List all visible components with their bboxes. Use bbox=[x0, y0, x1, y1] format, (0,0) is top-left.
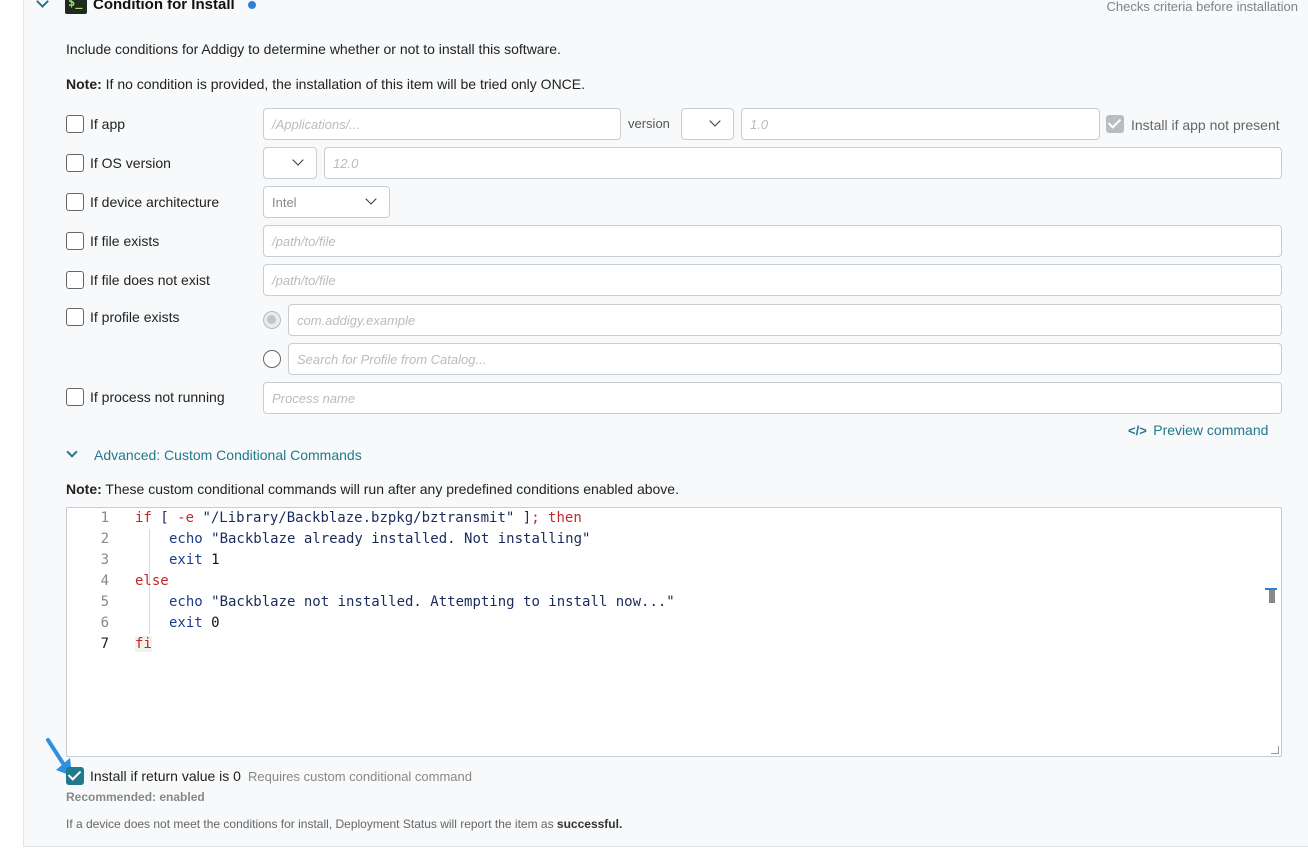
if-architecture-checkbox[interactable] bbox=[66, 193, 84, 211]
line-number: 2 bbox=[100, 531, 109, 547]
code-text: echo "Backblaze already installed. Not i… bbox=[169, 531, 591, 547]
if-profile-exists-checkbox[interactable] bbox=[66, 308, 84, 326]
code-line: 1 if [ -e "/Library/Backblaze.bzpkg/bztr… bbox=[67, 510, 1281, 531]
line-number: 7 bbox=[100, 636, 109, 652]
process-name-input[interactable]: Process name bbox=[263, 382, 1282, 414]
footer-text: If a device does not meet the conditions… bbox=[66, 817, 622, 831]
if-process-not-running-label: If process not running bbox=[90, 389, 225, 405]
app-path-input[interactable]: /Applications/... bbox=[263, 108, 621, 140]
profile-id-input[interactable]: com.addigy.example bbox=[288, 304, 1282, 336]
if-os-version-label: If OS version bbox=[90, 155, 171, 171]
footer-bold: successful. bbox=[556, 817, 623, 831]
intro-text: Include conditions for Addigy to determi… bbox=[66, 41, 561, 57]
code-line: 2 echo "Backblaze already installed. Not… bbox=[67, 531, 1281, 552]
code-line: 7 fi bbox=[67, 636, 1281, 657]
footer-body: If a device does not meet the conditions… bbox=[66, 817, 557, 831]
profile-id-radio[interactable] bbox=[263, 311, 281, 329]
resize-handle[interactable] bbox=[1271, 746, 1279, 754]
code-text: exit 0 bbox=[169, 615, 220, 631]
line-number: 5 bbox=[100, 594, 109, 610]
scrollbar-thumb[interactable] bbox=[1269, 589, 1275, 603]
note-text: Note: If no condition is provided, the i… bbox=[66, 76, 585, 92]
section-title: Condition for Install bbox=[93, 0, 235, 13]
code-text: fi bbox=[135, 636, 152, 652]
section-subtitle: Checks criteria before installation bbox=[1106, 0, 1298, 14]
app-version-input[interactable]: 1.0 bbox=[741, 108, 1100, 140]
chevron-down-icon bbox=[365, 193, 377, 205]
chevron-down-icon bbox=[292, 154, 304, 166]
file-not-exist-input[interactable]: /path/to/file bbox=[263, 264, 1282, 296]
if-process-not-running-checkbox[interactable] bbox=[66, 388, 84, 406]
requires-command-hint: Requires custom conditional command bbox=[248, 769, 472, 784]
install-if-return-zero-label: Install if return value is 0 bbox=[90, 768, 241, 784]
preview-command-label: Preview command bbox=[1153, 422, 1269, 438]
scrollbar-marker bbox=[1265, 588, 1277, 590]
status-dot bbox=[248, 1, 256, 9]
code-icon: </> bbox=[1128, 423, 1147, 438]
profile-catalog-radio[interactable] bbox=[263, 350, 281, 368]
chevron-down-icon bbox=[709, 115, 721, 127]
file-exists-input[interactable]: /path/to/file bbox=[263, 225, 1282, 257]
recommended-text: Recommended: enabled bbox=[66, 790, 205, 804]
code-text: echo "Backblaze not installed. Attemptin… bbox=[169, 594, 675, 610]
line-number: 1 bbox=[100, 510, 109, 526]
if-file-not-exist-checkbox[interactable] bbox=[66, 271, 84, 289]
if-app-label: If app bbox=[90, 116, 126, 132]
if-os-version-checkbox[interactable] bbox=[66, 154, 84, 172]
preview-command-button[interactable]: </> Preview command bbox=[1128, 422, 1268, 440]
note-label: Note: bbox=[66, 76, 102, 92]
line-number: 3 bbox=[100, 552, 109, 568]
profile-catalog-search[interactable]: Search for Profile from Catalog... bbox=[288, 343, 1282, 375]
code-text: if [ -e "/Library/Backblaze.bzpkg/bztran… bbox=[135, 510, 582, 526]
note2-label: Note: bbox=[66, 481, 102, 497]
note2-text: Note: These custom conditional commands … bbox=[66, 481, 679, 497]
if-file-exists-checkbox[interactable] bbox=[66, 232, 84, 250]
install-if-not-present-checkbox[interactable] bbox=[1106, 115, 1124, 133]
if-app-checkbox[interactable] bbox=[66, 115, 84, 133]
install-if-return-zero-checkbox[interactable] bbox=[66, 767, 84, 785]
os-operator-select[interactable] bbox=[263, 147, 317, 179]
if-file-not-exist-label: If file does not exist bbox=[90, 272, 210, 288]
line-number: 6 bbox=[100, 615, 109, 631]
code-line: 5 echo "Backblaze not installed. Attempt… bbox=[67, 594, 1281, 615]
if-architecture-label: If device architecture bbox=[90, 194, 220, 210]
install-if-not-present-label: Install if app not present bbox=[1131, 117, 1280, 133]
code-line: 3 exit 1 bbox=[67, 552, 1281, 573]
version-label: version bbox=[628, 116, 670, 131]
note2-body: These custom conditional commands will r… bbox=[101, 481, 679, 497]
if-file-exists-label: If file exists bbox=[90, 233, 160, 249]
if-profile-exists-label: If profile exists bbox=[90, 309, 180, 325]
custom-command-editor[interactable]: 1 if [ -e "/Library/Backblaze.bzpkg/bztr… bbox=[66, 507, 1282, 757]
note-body: If no condition is provided, the install… bbox=[101, 76, 586, 92]
architecture-value: Intel bbox=[272, 195, 297, 210]
code-text: exit 1 bbox=[169, 552, 220, 568]
code-text: else bbox=[135, 573, 169, 589]
advanced-toggle[interactable]: Advanced: Custom Conditional Commands bbox=[94, 447, 362, 463]
code-line: 6 exit 0 bbox=[67, 615, 1281, 636]
code-line: 4 else bbox=[67, 573, 1281, 594]
os-version-input[interactable]: 12.0 bbox=[324, 147, 1282, 179]
version-operator-select[interactable] bbox=[681, 108, 734, 140]
terminal-icon: $_ bbox=[65, 0, 87, 14]
architecture-select[interactable]: Intel bbox=[263, 186, 390, 218]
line-number: 4 bbox=[100, 573, 109, 589]
